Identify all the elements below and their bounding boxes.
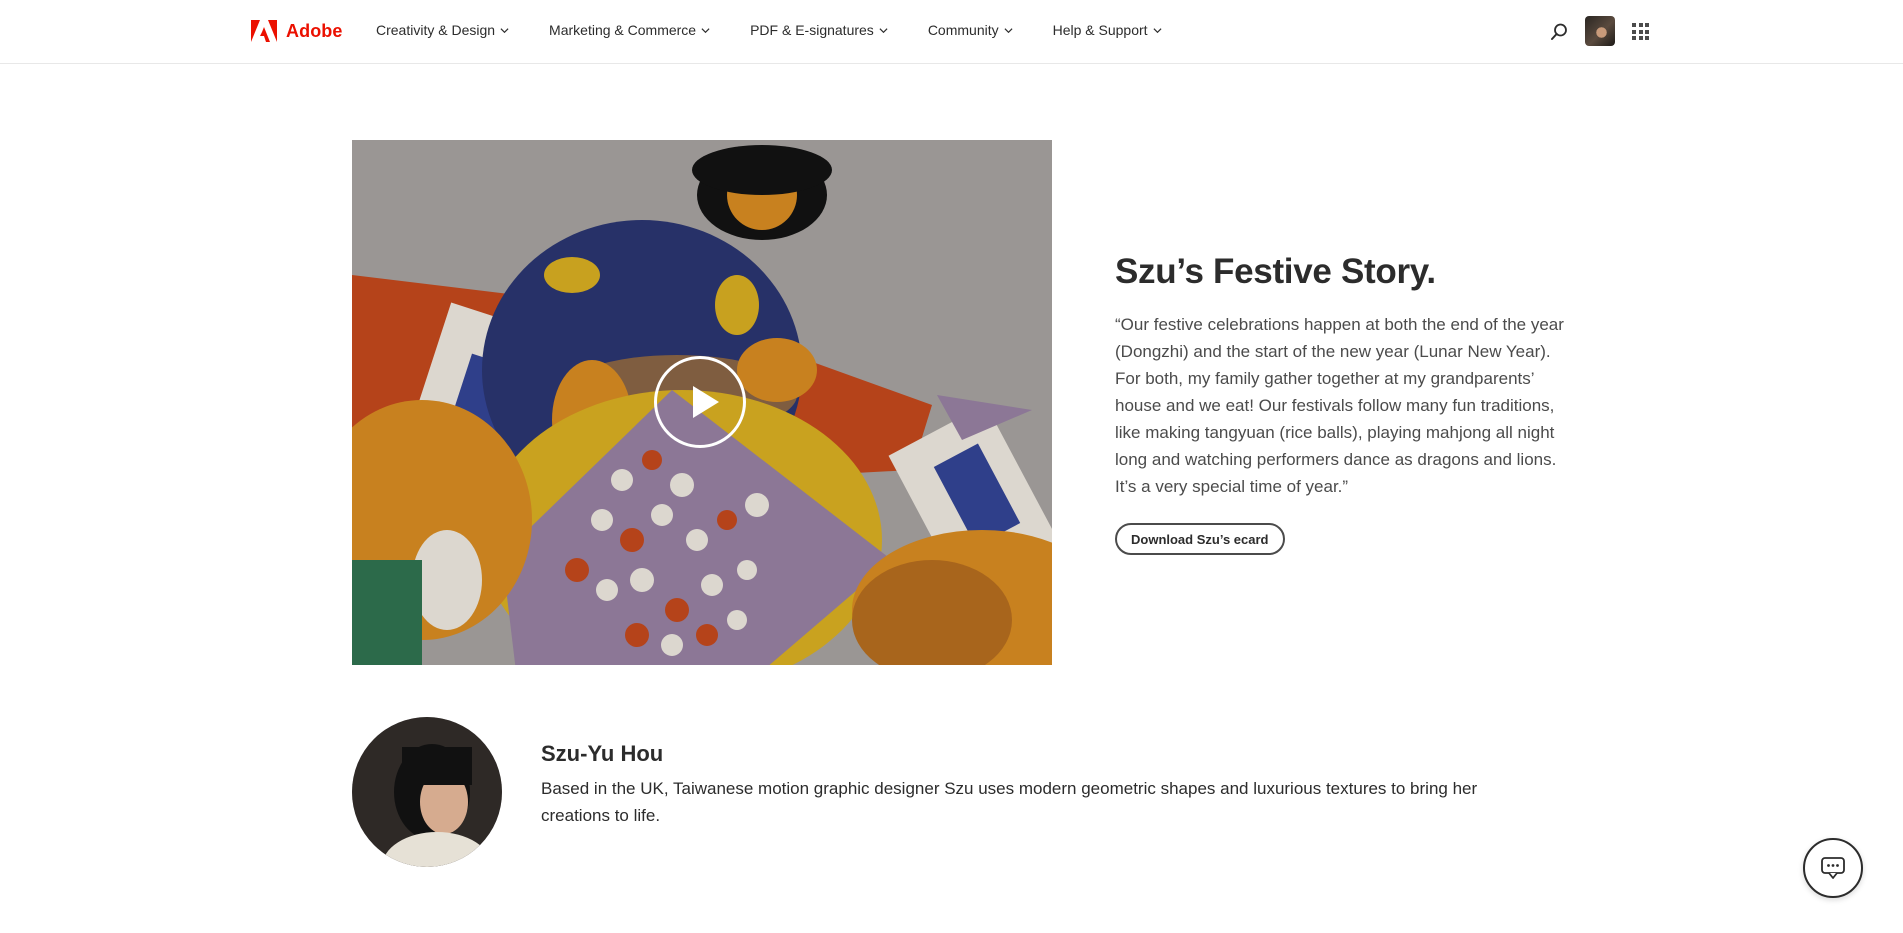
- download-ecard-button[interactable]: Download Szu’s ecard: [1115, 523, 1285, 555]
- artist-name: Szu-Yu Hou: [541, 741, 664, 766]
- main-nav: Creativity & Design Marketing & Commerce…: [376, 22, 1202, 38]
- story-title: Szu’s Festive Story.: [1115, 252, 1436, 291]
- story-quote: “Our festive celebrations happen at both…: [1115, 315, 1564, 496]
- global-nav: Adobe Creativity & Design Marketing & Co…: [0, 0, 1903, 64]
- nav-label: Community: [927, 22, 999, 38]
- chevron-down-icon: [1004, 27, 1013, 33]
- search-icon[interactable]: [1549, 22, 1569, 42]
- chat-icon: [1821, 857, 1845, 879]
- play-icon[interactable]: [654, 356, 746, 448]
- chevron-down-icon: [701, 27, 710, 33]
- artist-portrait: [352, 717, 502, 867]
- nav-marketing-commerce[interactable]: Marketing & Commerce: [549, 22, 710, 38]
- chat-button[interactable]: [1803, 838, 1863, 898]
- artist-bio: Based in the UK, Taiwanese motion graphi…: [541, 779, 1478, 825]
- profile-avatar[interactable]: [1585, 16, 1615, 46]
- nav-community[interactable]: Community: [928, 22, 1013, 38]
- adobe-logo-link[interactable]: Adobe: [251, 20, 343, 42]
- nav-pdf-esignatures[interactable]: PDF & E-signatures: [750, 22, 888, 38]
- chevron-down-icon: [500, 27, 509, 33]
- nav-label: Help & Support: [1052, 22, 1148, 38]
- chevron-down-icon: [1153, 27, 1162, 33]
- story-video[interactable]: [352, 140, 1052, 665]
- chevron-down-icon: [879, 27, 888, 33]
- adobe-brand-text: Adobe: [286, 20, 343, 41]
- adobe-logo-icon: [251, 20, 277, 42]
- nav-label: Creativity & Design: [376, 22, 496, 38]
- nav-label: Marketing & Commerce: [549, 22, 697, 38]
- nav-creativity-design[interactable]: Creativity & Design: [376, 22, 509, 38]
- app-grid-icon[interactable]: [1632, 23, 1649, 40]
- nav-label: PDF & E-signatures: [750, 22, 874, 38]
- nav-help-support[interactable]: Help & Support: [1053, 22, 1162, 38]
